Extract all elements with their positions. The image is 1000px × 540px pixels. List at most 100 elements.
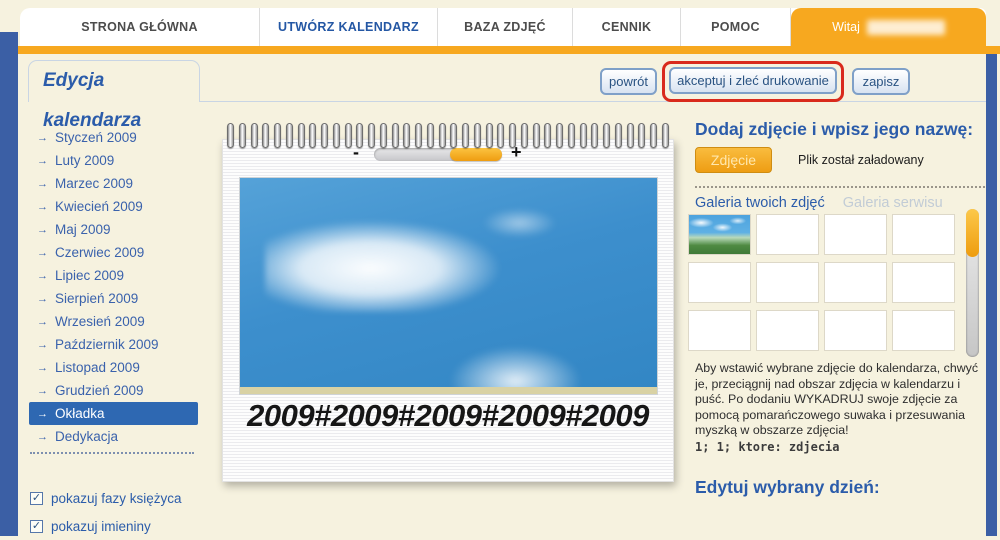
spiral-ring: [532, 123, 540, 148]
gallery-thumbnail-11[interactable]: [892, 310, 955, 351]
gallery-thumbnail-5[interactable]: [756, 262, 819, 303]
sidebar-item-1[interactable]: → Luty 2009: [29, 149, 198, 172]
nav-tab-3[interactable]: CENNIK: [573, 8, 681, 46]
gallery-thumbnail-3[interactable]: [892, 214, 955, 255]
spiral-ring: [356, 123, 364, 148]
gallery-thumbnail-9[interactable]: [756, 310, 819, 351]
display-options: ✓ pokazuj fazy księżyca ✓ pokazuj imieniny: [30, 484, 210, 540]
arrow-icon: →: [37, 292, 48, 305]
spiral-ring: [450, 123, 458, 148]
spiral-ring: [297, 123, 305, 148]
sidebar-item-label: Wrzesień 2009: [55, 314, 145, 329]
spiral-ring: [250, 123, 258, 148]
accept-and-print-button[interactable]: akceptuj i zleć drukowanie: [669, 67, 837, 94]
checkbox-icon[interactable]: ✓: [30, 519, 43, 533]
sidebar-item-11[interactable]: → Grudzień 2009: [29, 379, 198, 402]
spiral-ring: [567, 123, 575, 148]
gallery-tab-0[interactable]: Galeria twoich zdjęć: [695, 195, 825, 211]
spiral-ring: [274, 123, 281, 148]
gallery-thumbnail-0[interactable]: [688, 214, 751, 255]
sidebar-item-2[interactable]: → Marzec 2009: [29, 172, 198, 195]
sidebar-item-7[interactable]: → Sierpień 2009: [29, 287, 198, 310]
spiral-ring: [309, 123, 317, 148]
sidebar-item-label: Sierpień 2009: [55, 291, 139, 306]
spiral-binding: [227, 123, 669, 148]
sidebar-item-label: Luty 2009: [55, 153, 115, 168]
nav-tab-2[interactable]: BAZA ZDJĘĆ: [438, 8, 573, 46]
upload-photo-button[interactable]: Zdjęcie: [695, 147, 772, 173]
left-edge-stripe: [0, 32, 18, 536]
checkbox-icon[interactable]: ✓: [30, 491, 43, 505]
spiral-ring: [344, 123, 352, 148]
right-edge-stripe: [986, 54, 997, 536]
sidebar-item-0[interactable]: → Styczeń 2009: [29, 126, 198, 149]
save-button[interactable]: zapisz: [852, 68, 910, 95]
sidebar-item-label: Styczeń 2009: [55, 130, 137, 145]
spiral-ring: [426, 123, 434, 148]
sidebar-item-9[interactable]: → Październik 2009: [29, 333, 198, 356]
sidebar-item-10[interactable]: → Listopad 2009: [29, 356, 198, 379]
gallery-scrollbar-thumb[interactable]: [966, 209, 979, 257]
checkbox-label: pokazuj imieniny: [51, 518, 151, 534]
gallery-scrollbar[interactable]: [966, 209, 979, 357]
spiral-ring: [321, 123, 328, 148]
photo-gallery-grid: [688, 214, 955, 351]
arrow-icon: →: [37, 223, 48, 236]
sidebar-item-6[interactable]: → Lipiec 2009: [29, 264, 198, 287]
sidebar-item-4[interactable]: → Maj 2009: [29, 218, 198, 241]
gallery-thumbnail-8[interactable]: [688, 310, 751, 351]
sidebar-item-label: Marzec 2009: [55, 176, 134, 191]
accent-bar: [18, 46, 1000, 54]
spiral-ring: [497, 123, 505, 148]
arrow-icon: →: [37, 177, 48, 190]
nav-tab-0[interactable]: STRONA GŁÓWNA: [20, 8, 260, 46]
drag-drop-instructions: Aby wstawić wybrane zdjęcie do kalendarz…: [695, 361, 979, 438]
sidebar-item-label: Maj 2009: [55, 222, 111, 237]
back-button[interactable]: powrót: [600, 68, 657, 95]
sidebar-item-12[interactable]: → Okładka: [29, 402, 198, 425]
spiral-ring: [485, 123, 493, 148]
page-title: Edycja kalendarza: [28, 60, 200, 131]
gallery-thumbnail-4[interactable]: [688, 262, 751, 303]
gallery-thumbnail-10[interactable]: [824, 310, 887, 351]
gallery-tab-1[interactable]: Galeria serwisu: [843, 195, 943, 211]
display-option-checkbox-0[interactable]: ✓ pokazuj fazy księżyca: [30, 484, 210, 512]
nav-tab-4[interactable]: POMOC: [681, 8, 791, 46]
arrow-icon: →: [37, 384, 48, 397]
sidebar-item-label: Czerwiec 2009: [55, 245, 145, 260]
spiral-ring: [603, 123, 610, 148]
spiral-ring: [238, 123, 246, 148]
sidebar-item-8[interactable]: → Wrzesień 2009: [29, 310, 198, 333]
cover-photo-drop-area[interactable]: [239, 177, 658, 395]
sidebar-item-3[interactable]: → Kwiecień 2009: [29, 195, 198, 218]
spiral-ring: [438, 123, 446, 148]
upload-status-text: Plik został załadowany: [798, 153, 924, 167]
gallery-thumbnail-1[interactable]: [756, 214, 819, 255]
spiral-ring: [262, 123, 270, 148]
gallery-thumbnail-6[interactable]: [824, 262, 887, 303]
spiral-ring: [626, 123, 634, 148]
sidebar-divider: [30, 452, 194, 454]
sidebar-item-label: Okładka: [55, 406, 105, 421]
cloud-shape: [481, 208, 557, 239]
gallery-thumbnail-2[interactable]: [824, 214, 887, 255]
photo-zoom-slider-handle[interactable]: [449, 148, 502, 161]
thumbnail-image: [689, 215, 750, 254]
checkbox-label: pokazuj fazy księżyca: [51, 490, 182, 506]
spiral-ring: [227, 123, 234, 148]
gallery-thumbnail-7[interactable]: [892, 262, 955, 303]
welcome-account-tab[interactable]: Witaj: [791, 8, 986, 46]
spiral-ring: [462, 123, 469, 148]
spiral-ring: [520, 123, 528, 148]
welcome-label: Witaj: [832, 20, 860, 34]
spiral-ring: [638, 123, 646, 148]
photo-zoom-slider[interactable]: [374, 148, 502, 161]
nav-tab-1[interactable]: UTWÓRZ KALENDARZ: [260, 8, 438, 46]
photo-bottom-strip: [240, 387, 657, 394]
arrow-icon: →: [37, 200, 48, 213]
spiral-ring: [368, 123, 375, 148]
sidebar-item-5[interactable]: → Czerwiec 2009: [29, 241, 198, 264]
spiral-ring: [556, 123, 563, 148]
spiral-ring: [332, 123, 340, 148]
sidebar-item-13[interactable]: → Dedykacja: [29, 425, 198, 448]
